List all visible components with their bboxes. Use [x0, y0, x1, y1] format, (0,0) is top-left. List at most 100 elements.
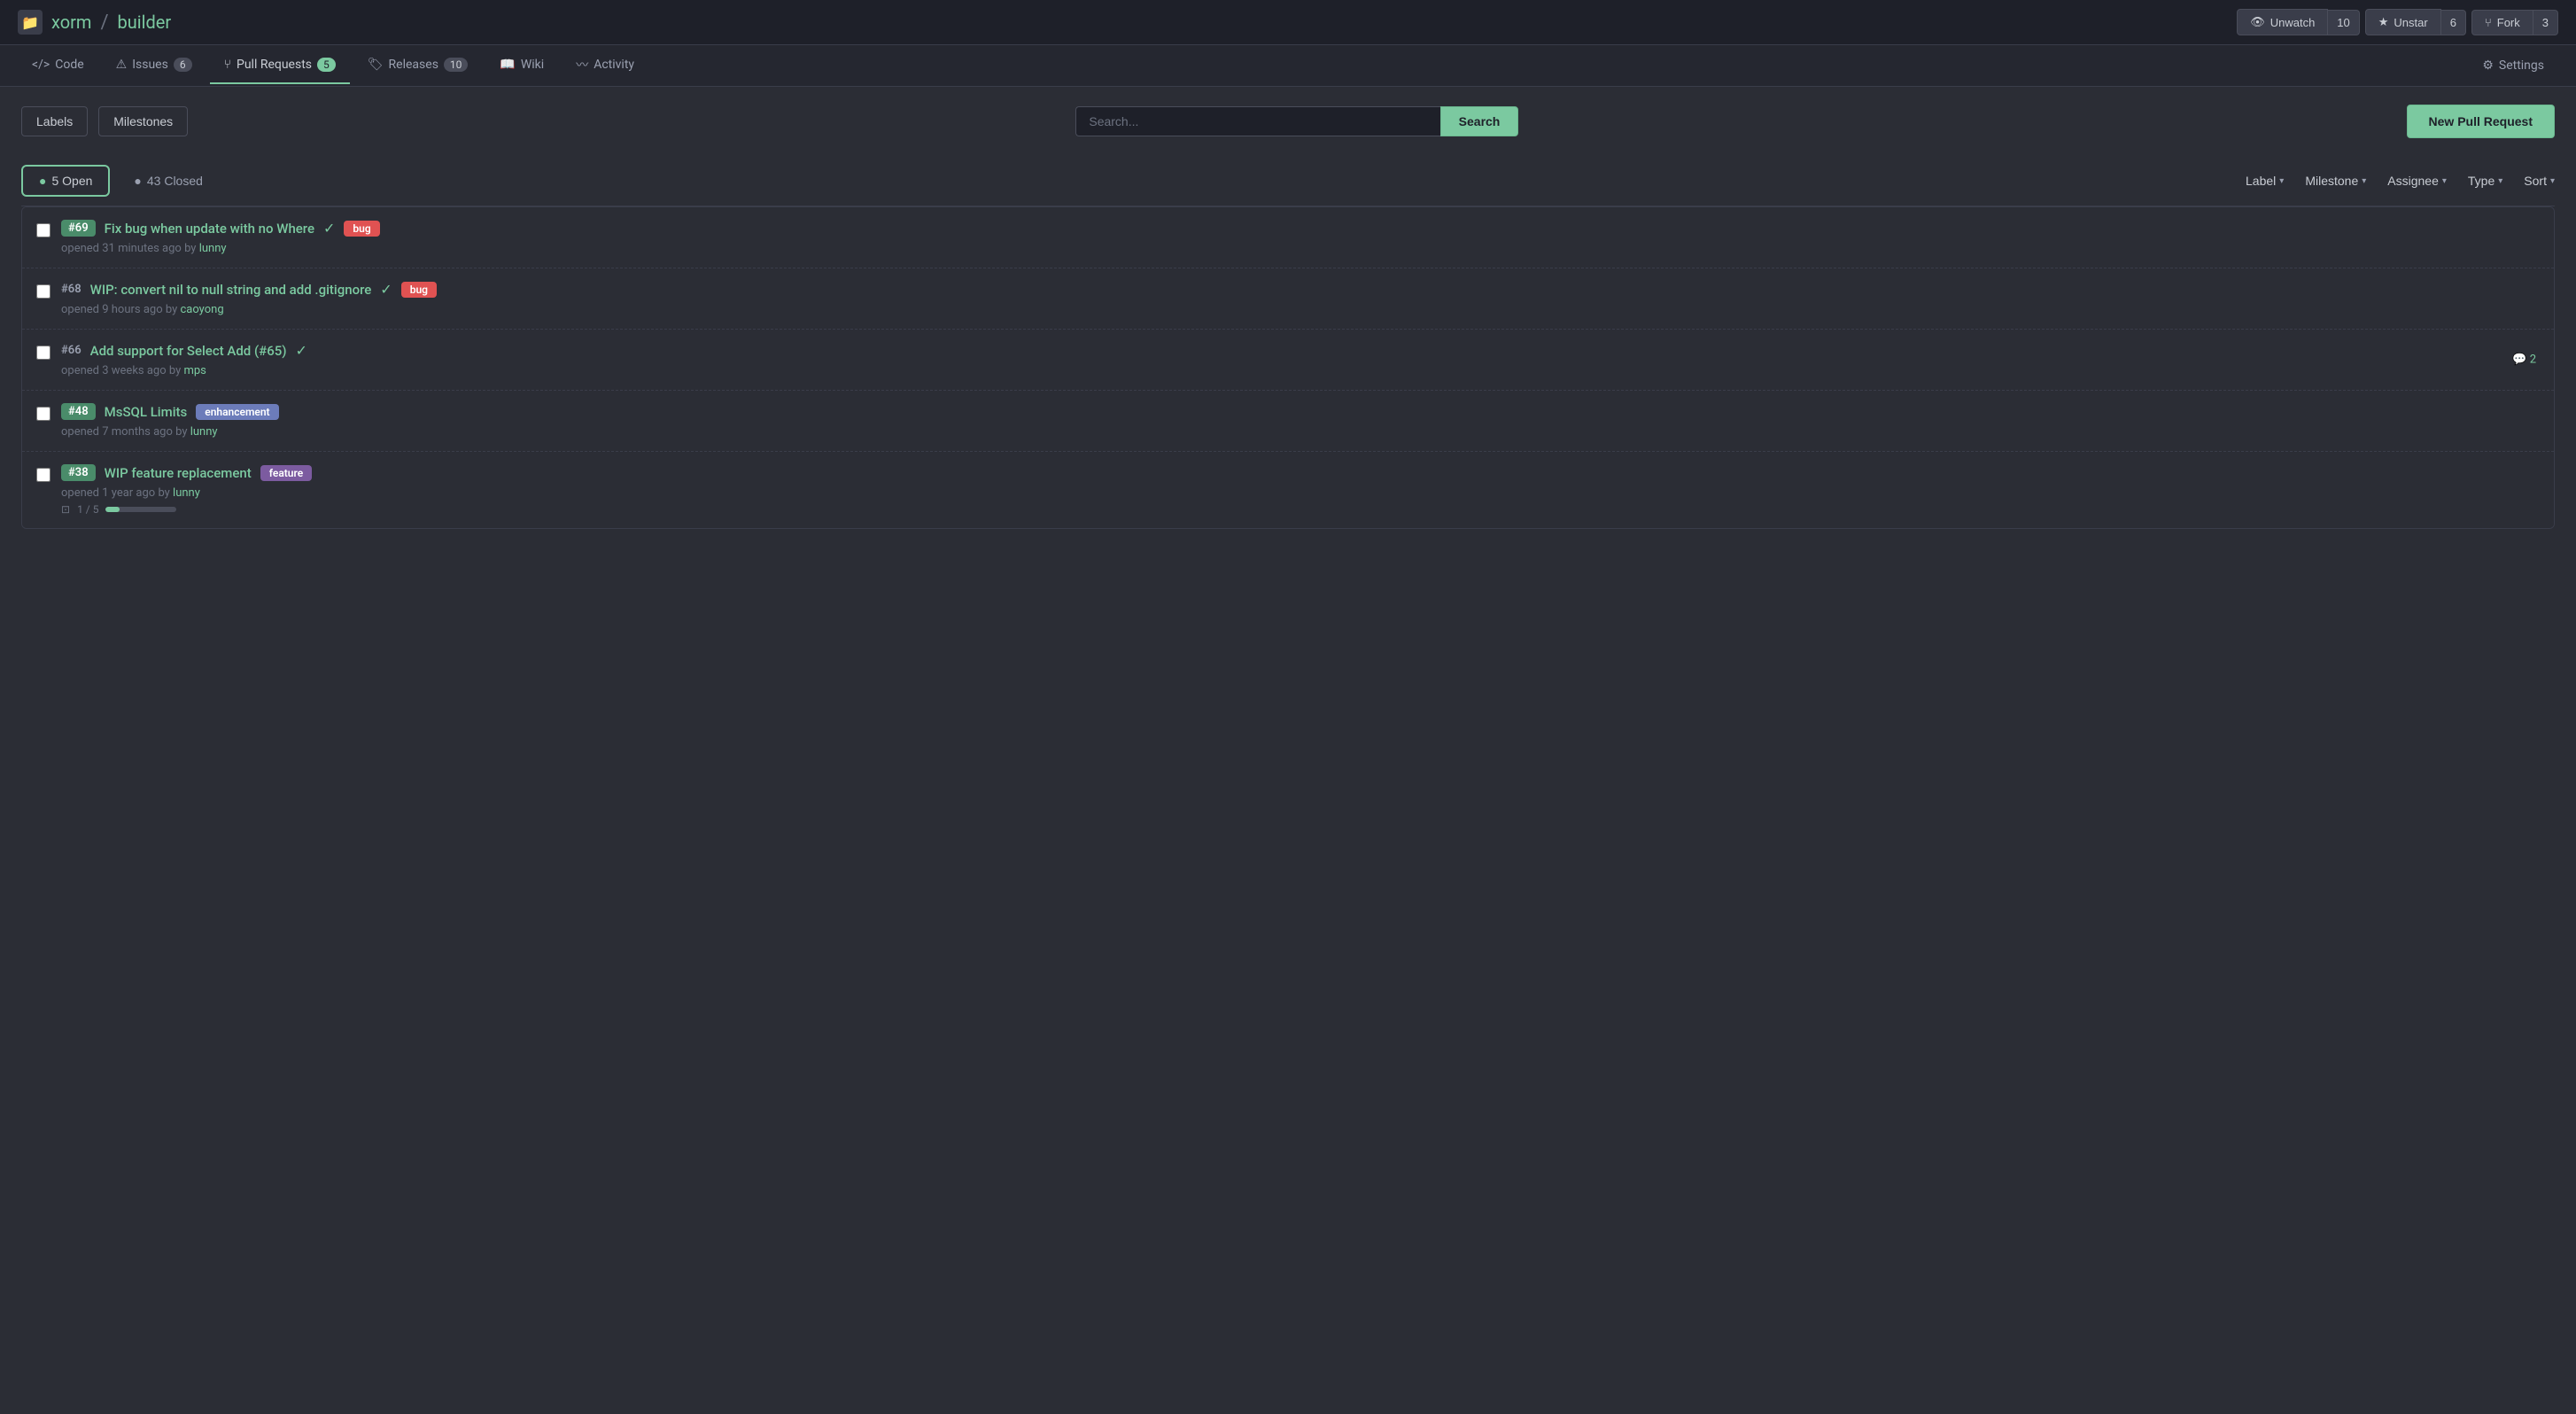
- pr-main: #66 Add support for Select Add (#65) ✓ o…: [61, 342, 2540, 377]
- main-content: Labels Milestones Search New Pull Reques…: [0, 87, 2576, 547]
- pr-item: #69 Fix bug when update with no Where ✓ …: [22, 207, 2554, 268]
- assignee-chevron-icon: ▾: [2442, 176, 2447, 186]
- type-chevron-icon: ▾: [2498, 176, 2502, 186]
- pr-number: #38: [61, 464, 96, 481]
- unwatch-button[interactable]: 👁 Unwatch: [2237, 9, 2328, 35]
- pr-number: #66: [61, 344, 81, 357]
- check-icon: ✓: [323, 220, 335, 237]
- path-separator: /: [100, 12, 108, 34]
- pr-title[interactable]: Fix bug when update with no Where: [105, 221, 314, 237]
- pr-item: #68 WIP: convert nil to null string and …: [22, 268, 2554, 330]
- pr-checkbox[interactable]: [36, 346, 50, 360]
- pr-number: #69: [61, 220, 96, 237]
- settings-link[interactable]: ⚙ Settings: [2468, 48, 2558, 83]
- repo-owner-link[interactable]: xorm: [51, 12, 91, 33]
- pr-author-link[interactable]: lunny: [173, 486, 200, 500]
- repo-title: 📁 xorm / builder: [18, 10, 171, 35]
- tab-releases[interactable]: 🏷 Releases 10: [353, 47, 483, 84]
- pr-label: feature: [260, 465, 312, 481]
- unwatch-count[interactable]: 10: [2328, 10, 2359, 35]
- pr-title[interactable]: Add support for Select Add (#65): [90, 343, 287, 359]
- unstar-count[interactable]: 6: [2441, 10, 2466, 35]
- pr-main: #38 WIP feature replacement feature open…: [61, 464, 2540, 516]
- search-input[interactable]: [1075, 106, 1439, 136]
- closed-filter-button[interactable]: ● 43 Closed: [117, 165, 220, 197]
- sort-chevron-icon: ▾: [2550, 176, 2555, 186]
- settings-icon: ⚙: [2482, 58, 2494, 73]
- labels-button[interactable]: Labels: [21, 106, 88, 136]
- progress-bar-track: [105, 507, 176, 512]
- issues-icon: ⚠: [116, 58, 128, 72]
- tag-icon: 🏷: [368, 58, 384, 72]
- toolbar: Labels Milestones Search New Pull Reques…: [21, 105, 2555, 138]
- header-actions: 👁 Unwatch 10 ★ Unstar 6 ⑂ Fork 3: [2237, 9, 2558, 35]
- pr-author-link[interactable]: lunny: [199, 242, 227, 255]
- pr-title-row: #69 Fix bug when update with no Where ✓ …: [61, 220, 2540, 237]
- fork-count[interactable]: 3: [2533, 10, 2558, 35]
- pr-list: #69 Fix bug when update with no Where ✓ …: [21, 206, 2555, 529]
- filter-right: Label ▾ Milestone ▾ Assignee ▾ Type ▾ So…: [2246, 174, 2555, 188]
- search-wrapper: Search: [1075, 106, 1518, 136]
- pr-item: #66 Add support for Select Add (#65) ✓ o…: [22, 330, 2554, 391]
- milestone-chevron-icon: ▾: [2362, 176, 2366, 186]
- assignee-dropdown[interactable]: Assignee ▾: [2387, 174, 2447, 188]
- pr-badge: 5: [317, 58, 336, 72]
- pr-label: bug: [344, 221, 379, 237]
- pr-main: #48 MsSQL Limits enhancement opened 7 mo…: [61, 403, 2540, 439]
- activity-icon: 〰: [576, 56, 588, 74]
- pr-title[interactable]: WIP feature replacement: [105, 465, 252, 481]
- milestone-dropdown[interactable]: Milestone ▾: [2305, 174, 2366, 188]
- pr-item: #48 MsSQL Limits enhancement opened 7 mo…: [22, 391, 2554, 452]
- milestones-button[interactable]: Milestones: [98, 106, 188, 136]
- pr-main: #69 Fix bug when update with no Where ✓ …: [61, 220, 2540, 255]
- pr-title[interactable]: MsSQL Limits: [105, 404, 188, 420]
- pr-label: enhancement: [196, 404, 278, 420]
- pr-checkbox[interactable]: [36, 468, 50, 482]
- pr-author-link[interactable]: caoyong: [180, 303, 223, 316]
- top-header: 📁 xorm / builder 👁 Unwatch 10 ★ Unstar 6…: [0, 0, 2576, 45]
- wiki-icon: 📖: [500, 58, 515, 72]
- open-icon: ●: [39, 174, 46, 188]
- task-icon: ⊡: [61, 503, 70, 516]
- pr-main: #68 WIP: convert nil to null string and …: [61, 281, 2540, 316]
- fork-icon: ⑂: [2485, 16, 2492, 29]
- pr-checkbox[interactable]: [36, 223, 50, 237]
- repo-icon: 📁: [18, 10, 43, 35]
- sort-dropdown[interactable]: Sort ▾: [2524, 174, 2555, 188]
- tab-pull-requests[interactable]: ⑂ Pull Requests 5: [210, 47, 350, 84]
- check-icon: ✓: [380, 281, 392, 298]
- pr-meta: opened 31 minutes ago by lunny: [61, 242, 2540, 255]
- fork-action: ⑂ Fork 3: [2471, 10, 2558, 35]
- pr-comment-count: 💬 2: [2512, 354, 2536, 367]
- pr-author-link[interactable]: mps: [183, 364, 206, 377]
- tab-code[interactable]: </> Code: [18, 47, 98, 84]
- type-dropdown[interactable]: Type ▾: [2468, 174, 2502, 188]
- unstar-button[interactable]: ★ Unstar: [2365, 9, 2441, 35]
- pr-number: #68: [61, 283, 81, 296]
- filter-left: ● 5 Open ● 43 Closed: [21, 165, 220, 197]
- new-pull-request-button[interactable]: New Pull Request: [2407, 105, 2555, 138]
- repo-name-link[interactable]: builder: [118, 12, 172, 33]
- check-icon: ✓: [296, 342, 307, 359]
- pr-meta: opened 1 year ago by lunny: [61, 486, 2540, 500]
- tab-wiki[interactable]: 📖 Wiki: [485, 47, 558, 84]
- pr-number: #48: [61, 403, 96, 420]
- pr-icon: ⑂: [224, 58, 231, 72]
- unwatch-action: 👁 Unwatch 10: [2237, 9, 2360, 35]
- tab-issues[interactable]: ⚠ Issues 6: [102, 47, 206, 84]
- tab-activity[interactable]: 〰 Activity: [562, 45, 648, 86]
- pr-progress: ⊡ 1 / 5: [61, 503, 2540, 516]
- open-filter-button[interactable]: ● 5 Open: [21, 165, 110, 197]
- search-button[interactable]: Search: [1440, 106, 1519, 136]
- pr-meta: opened 9 hours ago by caoyong: [61, 303, 2540, 316]
- unstar-action: ★ Unstar 6: [2365, 9, 2466, 35]
- eye-icon: 👁: [2250, 15, 2265, 29]
- label-dropdown[interactable]: Label ▾: [2246, 174, 2284, 188]
- pr-meta: opened 7 months ago by lunny: [61, 425, 2540, 439]
- pr-title[interactable]: WIP: convert nil to null string and add …: [90, 282, 372, 298]
- pr-checkbox[interactable]: [36, 284, 50, 299]
- pr-checkbox[interactable]: [36, 407, 50, 421]
- fork-button[interactable]: ⑂ Fork: [2471, 10, 2533, 35]
- pr-title-row: #48 MsSQL Limits enhancement: [61, 403, 2540, 420]
- pr-author-link[interactable]: lunny: [190, 425, 218, 439]
